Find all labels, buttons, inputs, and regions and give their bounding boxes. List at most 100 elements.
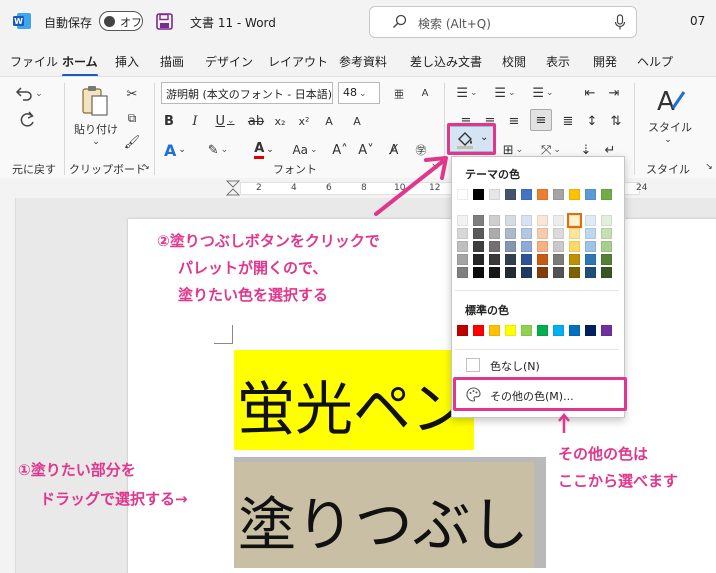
grow-font-icon[interactable]: A˄ bbox=[330, 139, 350, 161]
sort-icon[interactable]: ⇅ bbox=[606, 111, 626, 131]
theme-shade-swatch[interactable] bbox=[569, 267, 580, 278]
numbering-icon[interactable]: ☰ ⌄ bbox=[490, 83, 520, 103]
theme-shade-swatch[interactable] bbox=[585, 254, 596, 265]
theme-shade-swatch[interactable] bbox=[505, 228, 516, 239]
tab-design[interactable]: デザイン bbox=[205, 53, 253, 70]
theme-shade-swatch[interactable] bbox=[585, 215, 596, 226]
save-icon[interactable] bbox=[156, 13, 173, 30]
distributed-icon[interactable]: ≣ bbox=[558, 111, 578, 131]
theme-shade-swatch[interactable] bbox=[537, 254, 548, 265]
theme-shade-swatch[interactable] bbox=[505, 215, 516, 226]
paste-button[interactable] bbox=[78, 83, 112, 119]
tab-developer[interactable]: 開発 bbox=[593, 53, 617, 70]
tab-draw[interactable]: 描画 bbox=[160, 53, 184, 70]
theme-shade-swatch[interactable] bbox=[585, 228, 596, 239]
tab-insert[interactable]: 挿入 bbox=[115, 53, 139, 70]
theme-shade-swatch[interactable] bbox=[585, 267, 596, 278]
increase-indent-icon[interactable]: ⇥ bbox=[604, 83, 624, 103]
tab-help[interactable]: ヘルプ bbox=[637, 53, 673, 70]
theme-shade-swatch[interactable] bbox=[489, 228, 500, 239]
theme-shade-swatch[interactable] bbox=[457, 254, 468, 265]
theme-shade-swatch[interactable] bbox=[489, 215, 500, 226]
standard-color-swatch[interactable] bbox=[601, 325, 612, 336]
theme-shade-swatch[interactable] bbox=[521, 254, 532, 265]
standard-color-swatch[interactable] bbox=[473, 325, 484, 336]
styles-gallery-icon[interactable]: A bbox=[650, 83, 690, 117]
font-name-box[interactable]: 游明朝 (本文のフォント - 日本語) bbox=[161, 82, 333, 104]
enclosed-character-icon[interactable]: A bbox=[346, 111, 368, 131]
theme-shade-swatch[interactable] bbox=[473, 228, 484, 239]
justify-icon[interactable]: ≡ bbox=[530, 109, 552, 131]
styles-chevron-down-icon[interactable]: ⌄ bbox=[662, 135, 674, 145]
tab-home[interactable]: ホーム bbox=[62, 53, 98, 77]
copy-icon[interactable]: ⧉ bbox=[122, 109, 142, 127]
tab-review[interactable]: 校閲 bbox=[502, 53, 526, 70]
theme-shade-swatch[interactable] bbox=[569, 254, 580, 265]
theme-color-swatch[interactable] bbox=[569, 189, 580, 200]
underline-icon[interactable]: U ⌄ bbox=[212, 111, 238, 131]
no-color-item[interactable]: 色なし(N) bbox=[490, 358, 540, 374]
character-border-icon[interactable]: A bbox=[414, 83, 436, 103]
theme-shade-swatch[interactable] bbox=[505, 254, 516, 265]
theme-shade-swatch[interactable] bbox=[553, 215, 564, 226]
indent-marker-icon[interactable] bbox=[226, 180, 240, 196]
tab-view[interactable]: 表示 bbox=[546, 53, 570, 70]
theme-shade-swatch[interactable] bbox=[537, 215, 548, 226]
paste-label[interactable]: 貼り付け bbox=[72, 121, 120, 137]
theme-shade-swatch[interactable] bbox=[553, 241, 564, 252]
theme-shade-swatch[interactable] bbox=[489, 254, 500, 265]
change-case-icon[interactable]: Aa ⌄ bbox=[288, 139, 322, 161]
bullets-icon[interactable]: ☰ ⌄ bbox=[452, 83, 482, 103]
standard-color-swatch[interactable] bbox=[489, 325, 500, 336]
theme-shade-swatch[interactable] bbox=[537, 228, 548, 239]
theme-shade-swatch[interactable] bbox=[569, 228, 580, 239]
theme-shade-swatch[interactable] bbox=[521, 241, 532, 252]
theme-shade-swatch[interactable] bbox=[457, 267, 468, 278]
tab-mailings[interactable]: 差し込み文書 bbox=[410, 53, 482, 70]
theme-color-swatch[interactable] bbox=[505, 189, 516, 200]
theme-shade-swatch[interactable] bbox=[537, 267, 548, 278]
redo-button[interactable] bbox=[14, 109, 40, 131]
theme-color-swatch[interactable] bbox=[585, 189, 596, 200]
character-shading-icon[interactable]: A bbox=[318, 111, 340, 131]
font-size-box[interactable]: 48 ⌄ bbox=[338, 82, 380, 104]
theme-shade-swatch[interactable] bbox=[505, 241, 516, 252]
shaded-text[interactable]: 塗りつぶし bbox=[238, 478, 529, 562]
standard-color-swatch[interactable] bbox=[505, 325, 516, 336]
standard-color-swatch[interactable] bbox=[521, 325, 532, 336]
theme-shade-swatch[interactable] bbox=[521, 215, 532, 226]
undo-button[interactable]: ⌄ bbox=[14, 83, 44, 105]
theme-color-swatch[interactable] bbox=[553, 189, 564, 200]
theme-shade-swatch[interactable] bbox=[521, 267, 532, 278]
theme-shade-swatch[interactable] bbox=[537, 241, 548, 252]
cut-scissors-icon[interactable]: ✂ bbox=[122, 85, 142, 103]
search-box[interactable]: 検索 (Alt+Q) bbox=[369, 6, 637, 38]
line-spacing-icon[interactable]: ↕ bbox=[582, 111, 602, 131]
furigana-icon[interactable]: 亜 bbox=[388, 83, 410, 103]
theme-shade-swatch[interactable] bbox=[505, 267, 516, 278]
theme-color-swatch[interactable] bbox=[473, 189, 484, 200]
theme-shade-swatch[interactable] bbox=[473, 254, 484, 265]
theme-shade-swatch[interactable] bbox=[553, 228, 564, 239]
autosave-toggle[interactable]: オフ bbox=[99, 11, 143, 31]
format-painter-icon[interactable]: 🖌 bbox=[122, 133, 142, 151]
standard-color-swatch[interactable] bbox=[569, 325, 580, 336]
theme-shade-swatch[interactable] bbox=[473, 241, 484, 252]
theme-shade-swatch[interactable] bbox=[489, 241, 500, 252]
bold-icon[interactable]: B bbox=[160, 111, 178, 131]
microphone-icon[interactable] bbox=[614, 14, 626, 31]
theme-shade-swatch[interactable] bbox=[601, 267, 612, 278]
theme-color-swatch[interactable] bbox=[521, 189, 532, 200]
standard-color-swatch[interactable] bbox=[585, 325, 596, 336]
theme-shade-swatch[interactable] bbox=[601, 228, 612, 239]
theme-shade-swatch[interactable] bbox=[457, 241, 468, 252]
theme-color-swatch[interactable] bbox=[601, 189, 612, 200]
multilevel-list-icon[interactable]: ☰ ⌄ bbox=[528, 83, 558, 103]
standard-color-swatch[interactable] bbox=[553, 325, 564, 336]
tab-layout[interactable]: レイアウト bbox=[268, 53, 328, 70]
highlighter-icon[interactable]: ✎ ⌄ bbox=[201, 139, 235, 161]
superscript-icon[interactable]: x² bbox=[294, 111, 314, 131]
paste-chevron-down-icon[interactable]: ⌄ bbox=[90, 137, 102, 147]
styles-launcher-icon[interactable]: ↘ bbox=[704, 162, 714, 172]
theme-color-swatch[interactable] bbox=[489, 189, 500, 200]
